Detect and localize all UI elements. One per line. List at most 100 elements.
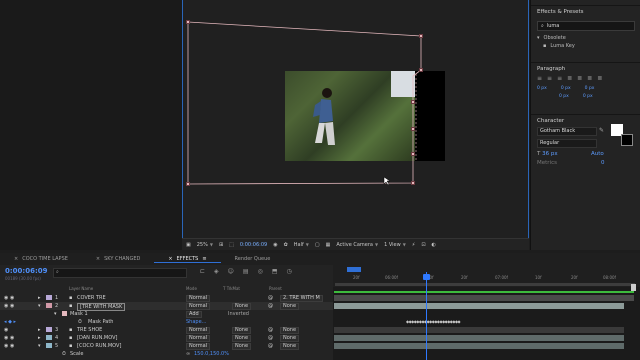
mask-path-row[interactable]: ◂ ◆ ▸ ⏱ Mask Path Shape... xyxy=(0,318,333,326)
layer-bar[interactable] xyxy=(334,327,624,333)
safe-zones-icon[interactable]: ⊞ xyxy=(219,242,223,248)
view-layout-dropdown[interactable]: 1 View ▼ xyxy=(384,242,406,248)
layer-bar[interactable] xyxy=(334,295,634,301)
layer-row[interactable]: ◉ ◉ ▸ 4 ▪ [DAN RUN.MOV] Normal None @ No… xyxy=(0,334,333,342)
playhead-line[interactable] xyxy=(426,272,427,360)
label-color[interactable] xyxy=(46,335,52,340)
label-color[interactable] xyxy=(46,343,52,348)
chevron-right-icon[interactable]: ▸ xyxy=(38,295,41,301)
label-color[interactable] xyxy=(46,303,52,308)
layer-name[interactable]: COVER TRE xyxy=(77,295,106,301)
grid-icon[interactable]: ▣ xyxy=(186,242,191,248)
tree-group[interactable]: ▾ Obsolete xyxy=(537,34,640,42)
eye-icon[interactable]: ◉ xyxy=(4,327,8,333)
chevron-right-icon[interactable]: ▸ xyxy=(38,327,41,333)
pickwhip-icon[interactable]: @ xyxy=(268,343,273,349)
trkmat-dropdown[interactable]: None xyxy=(232,303,252,310)
mask-vertex-handle[interactable] xyxy=(411,181,415,185)
leading-field[interactable]: Auto xyxy=(591,151,604,157)
pickwhip-icon[interactable]: @ xyxy=(268,335,273,341)
col-trkmat[interactable]: T TrkMat xyxy=(223,286,240,291)
mask-path-outline[interactable] xyxy=(0,0,528,238)
eyedropper-icon[interactable]: ✎ xyxy=(599,127,604,134)
indent-left-value[interactable]: 0 px xyxy=(537,85,547,93)
tab-sky-changed[interactable]: × SKY CHANGED xyxy=(82,256,154,262)
frame-blending-icon[interactable]: ▤ xyxy=(243,268,249,275)
link-icon[interactable]: ∞ xyxy=(186,351,190,357)
align-center-icon[interactable]: ≡ xyxy=(547,75,552,82)
graph-editor-icon[interactable]: ⬒ xyxy=(272,268,278,275)
draft-3d-icon[interactable]: ◈ xyxy=(214,268,219,275)
font-size-field[interactable]: T 36 px xyxy=(537,151,558,157)
parent-dropdown[interactable]: None xyxy=(280,343,300,350)
chevron-right-icon[interactable]: ▸ xyxy=(38,335,41,341)
stopwatch-icon[interactable]: ⏱ xyxy=(78,319,82,325)
kerning-field[interactable]: Metrics xyxy=(537,160,557,166)
tab-render-queue[interactable]: Render Queue xyxy=(221,256,285,262)
stopwatch-icon[interactable]: ⏱ xyxy=(62,351,66,357)
color-channel-icon[interactable]: ✿ xyxy=(284,242,288,248)
pickwhip-icon[interactable]: @ xyxy=(268,327,273,333)
mask-color[interactable] xyxy=(62,311,67,316)
inverted-checkbox[interactable]: Inverted xyxy=(228,311,249,317)
close-icon[interactable]: × xyxy=(96,256,100,262)
justify-center-icon[interactable]: ≣ xyxy=(577,75,582,82)
flowchart-icon[interactable]: ⊡ xyxy=(421,242,425,248)
parent-dropdown[interactable]: None xyxy=(280,327,300,334)
mode-dropdown[interactable]: Normal xyxy=(186,327,211,334)
layer-name[interactable]: [COCO RUN.MOV] xyxy=(77,343,121,349)
timeline-search-input[interactable]: ⌕ xyxy=(53,268,187,278)
mode-dropdown[interactable]: Normal xyxy=(186,343,211,350)
indent-first-value[interactable]: 0 px xyxy=(585,85,595,93)
zoom-dropdown[interactable]: 25% ▼ xyxy=(197,242,213,248)
mask-visibility-icon[interactable]: ⬚ xyxy=(229,242,234,248)
mask-vertex-handle[interactable] xyxy=(419,34,423,38)
zoom-slider[interactable] xyxy=(347,267,361,272)
layer-bar[interactable] xyxy=(334,335,624,341)
layer-row[interactable]: ◉ ◉ ▾ 5 ▪ [COCO RUN.MOV] Normal None @ N… xyxy=(0,342,333,350)
justify-right-icon[interactable]: ≣ xyxy=(587,75,592,82)
mode-dropdown[interactable]: Normal xyxy=(186,335,211,342)
roi-icon[interactable]: ▢ xyxy=(315,242,320,248)
tab-coco-time-lapse[interactable]: × COCO TIME LAPSE xyxy=(0,256,82,262)
mode-dropdown[interactable]: Normal xyxy=(186,303,211,310)
eye-icon[interactable]: ◉ ◉ xyxy=(4,295,14,301)
snapshot-icon[interactable]: ◉ xyxy=(273,242,277,248)
mask-vertex-handle[interactable] xyxy=(411,100,415,104)
trkmat-dropdown[interactable]: None xyxy=(232,327,252,334)
work-area-bar[interactable] xyxy=(335,283,635,286)
label-color[interactable] xyxy=(46,327,52,332)
timeline-timecode[interactable]: 0:00:06:09 xyxy=(5,267,48,275)
space-after-value[interactable]: 0 px xyxy=(583,93,593,101)
brainstorm-icon[interactable]: ◷ xyxy=(287,268,292,275)
layer-row[interactable]: ◉ ◉ ▾ 2 ▪ [TRE WITH MASK Normal None @ N… xyxy=(0,302,333,311)
align-right-icon[interactable]: ≡ xyxy=(557,75,562,82)
parent-dropdown[interactable]: None xyxy=(280,335,300,342)
shy-icon[interactable]: ☺ xyxy=(228,268,234,275)
font-style-dropdown[interactable]: Regular xyxy=(537,139,597,148)
tracking-field[interactable]: 0 xyxy=(601,160,605,166)
eye-icon[interactable]: ◉ ◉ xyxy=(4,343,14,349)
transparency-icon[interactable]: ▦ xyxy=(326,242,331,248)
mask-vertex-handle[interactable] xyxy=(411,152,415,156)
layer-bar-selected[interactable] xyxy=(334,303,624,309)
effects-search-input[interactable]: ⌕ luma xyxy=(537,21,635,31)
viewer-timecode[interactable]: 0:00:06:09 xyxy=(240,242,267,248)
indent-right-value[interactable]: 0 px xyxy=(561,85,571,93)
keyframe-nav-icon[interactable]: ◂ ◆ ▸ xyxy=(4,319,16,325)
eye-icon[interactable]: ◉ ◉ xyxy=(4,335,14,341)
chevron-down-icon[interactable]: ▾ xyxy=(38,303,41,309)
mode-dropdown[interactable]: Normal xyxy=(186,295,211,302)
scale-value[interactable]: 150.0,150.0% xyxy=(194,351,229,357)
work-area-end-handle[interactable] xyxy=(631,284,636,291)
col-layer-name[interactable]: Layer Name xyxy=(69,286,93,291)
eye-icon[interactable]: ◉ ◉ xyxy=(4,303,14,309)
trkmat-dropdown[interactable]: None xyxy=(232,343,252,350)
tab-effects[interactable]: × EFFECTS ≡ xyxy=(154,256,221,263)
pickwhip-icon[interactable]: @ xyxy=(268,295,273,301)
mask-vertex-handle[interactable] xyxy=(186,20,190,24)
mask-mode-dropdown[interactable]: Add xyxy=(186,311,202,318)
menu-icon[interactable]: ≡ xyxy=(202,256,206,262)
layer-row[interactable]: ◉ ▸ 3 ▪ TRE SHOE Normal None @ None xyxy=(0,326,333,334)
close-icon[interactable]: × xyxy=(14,256,18,262)
